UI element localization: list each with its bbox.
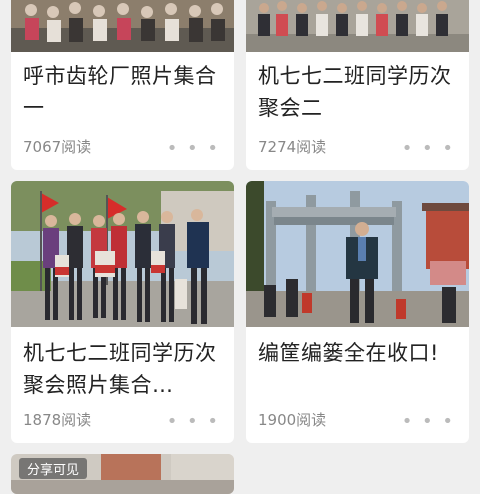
article-card[interactable]: 分享可见 bbox=[11, 454, 234, 494]
article-card[interactable]: 机七七二班同学历次聚会照片集合… 1878阅读 • • • bbox=[11, 181, 234, 443]
article-title[interactable]: 机七七二班同学历次聚会二 bbox=[258, 60, 459, 124]
more-options-icon[interactable]: • • • bbox=[167, 413, 220, 431]
article-thumbnail[interactable] bbox=[246, 0, 469, 52]
article-card[interactable]: 编筐编篓全在收口! 1900阅读 • • • bbox=[246, 181, 469, 443]
article-thumbnail[interactable] bbox=[11, 0, 234, 52]
article-thumbnail[interactable] bbox=[11, 181, 234, 327]
article-title[interactable]: 机七七二班同学历次聚会照片集合… bbox=[23, 337, 224, 401]
read-count: 1878阅读 bbox=[23, 411, 92, 429]
article-title[interactable]: 编筐编篓全在收口! bbox=[258, 337, 459, 369]
more-options-icon[interactable]: • • • bbox=[402, 140, 455, 158]
more-options-icon[interactable]: • • • bbox=[167, 140, 220, 158]
article-card[interactable]: 机七七二班同学历次聚会二 7274阅读 • • • bbox=[246, 0, 469, 170]
share-visible-badge: 分享可见 bbox=[19, 458, 88, 479]
article-card[interactable]: 呼市齿轮厂照片集合一 7067阅读 • • • bbox=[11, 0, 234, 170]
article-thumbnail[interactable] bbox=[246, 181, 469, 327]
article-title[interactable]: 呼市齿轮厂照片集合一 bbox=[23, 60, 224, 124]
read-count: 7067阅读 bbox=[23, 138, 92, 156]
read-count: 7274阅读 bbox=[258, 138, 327, 156]
read-count: 1900阅读 bbox=[258, 411, 327, 429]
more-options-icon[interactable]: • • • bbox=[402, 413, 455, 431]
